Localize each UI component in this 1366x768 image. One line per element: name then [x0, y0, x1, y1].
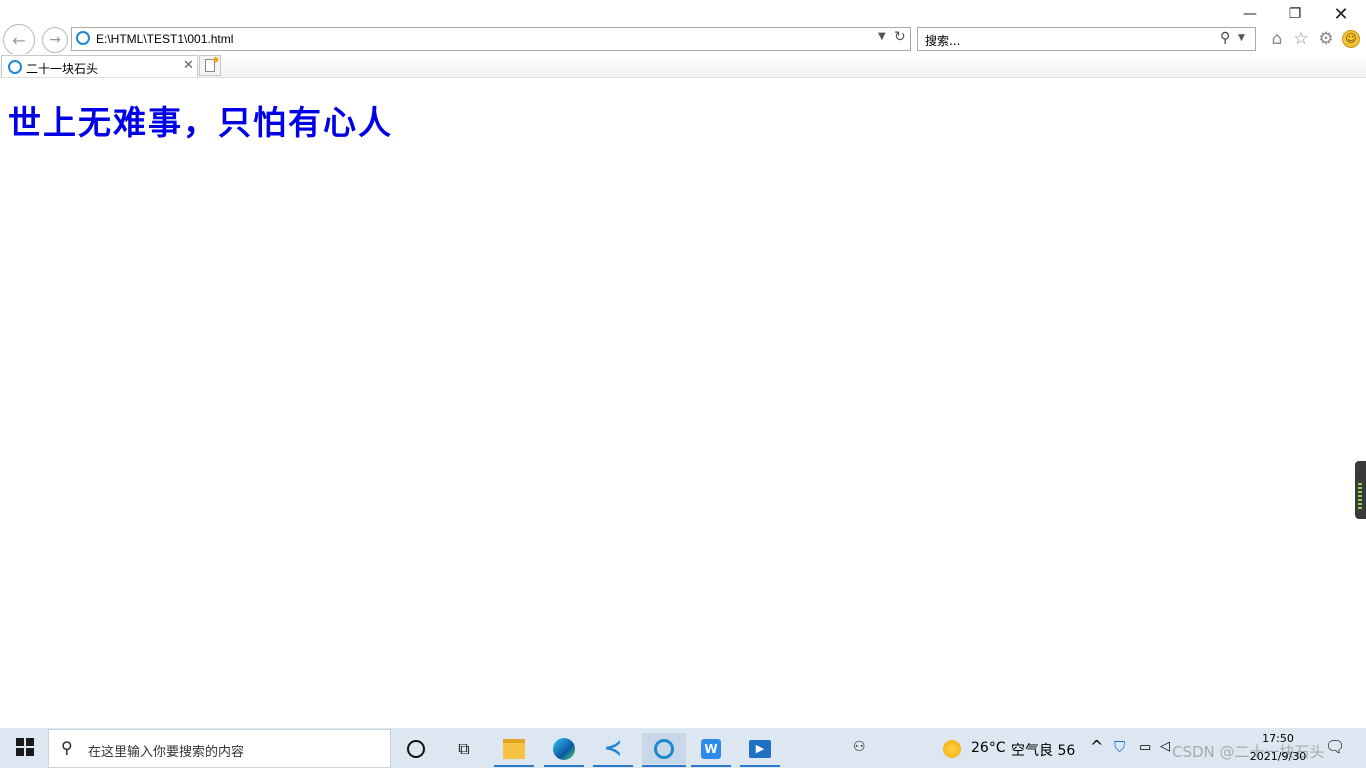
vscode-icon: ≺ — [603, 736, 623, 761]
side-panel-handle[interactable] — [1355, 461, 1366, 519]
forward-button[interactable]: → — [42, 27, 68, 53]
taskbar-search-input[interactable]: ⚲ 在这里输入你要搜索的内容 — [48, 729, 391, 768]
forward-arrow-icon: → — [49, 32, 61, 48]
search-box[interactable]: 搜索... ⚲ ▼ — [917, 27, 1256, 51]
internet-explorer-icon — [654, 738, 674, 759]
tab-title: 二十一块石头 — [26, 62, 99, 76]
cortana-icon — [407, 739, 425, 758]
clock-time[interactable]: 17:50 — [1250, 732, 1306, 745]
address-text: E:\HTML\TEST1\001.html — [96, 32, 234, 46]
tray-chevron-up-icon[interactable]: ^ — [1090, 737, 1103, 756]
weather-sun-icon[interactable] — [943, 740, 961, 758]
restore-icon: ❐ — [1288, 6, 1302, 22]
wps-icon: W — [701, 738, 721, 759]
people-icon[interactable]: ⚇ — [853, 739, 866, 755]
feedback-smiley-icon[interactable]: ☺ — [1340, 28, 1362, 50]
taskbar-app-vscode[interactable]: ≺ — [593, 733, 633, 767]
ie-tab-icon — [8, 60, 22, 74]
close-button[interactable]: ✕ — [1318, 0, 1364, 28]
settings-gear-icon[interactable]: ⚙ — [1315, 28, 1337, 50]
minimize-icon: — — [1243, 6, 1257, 22]
close-icon: ✕ — [1333, 3, 1349, 25]
tab-current[interactable]: 二十一块石头 ✕ — [1, 55, 198, 77]
minimize-button[interactable]: — — [1227, 0, 1273, 28]
task-view-icon: ⧉ — [458, 738, 470, 758]
clock-date[interactable]: 2021/9/30 — [1244, 750, 1312, 763]
windows-start-icon[interactable] — [16, 738, 34, 756]
restore-button[interactable]: ❐ — [1272, 0, 1318, 28]
weather-temperature[interactable]: 26°C — [971, 740, 1006, 756]
refresh-icon[interactable]: ↻ — [894, 29, 906, 45]
media-player-icon: ▶ — [749, 739, 771, 758]
taskbar-app-wps[interactable]: W — [691, 733, 731, 767]
taskbar-app-internet-explorer[interactable] — [642, 733, 686, 767]
address-dropdown-icon[interactable]: ▼ — [878, 31, 886, 42]
cortana-button[interactable] — [396, 733, 436, 764]
taskbar-search-icon: ⚲ — [61, 738, 73, 757]
home-icon[interactable]: ⌂ — [1266, 28, 1288, 50]
search-dropdown-icon[interactable]: ▼ — [1238, 33, 1245, 43]
air-quality[interactable]: 空气良 56 — [1011, 740, 1075, 760]
ie-page-icon — [76, 31, 90, 45]
taskbar-app-edge[interactable] — [544, 733, 584, 767]
favorites-star-icon[interactable]: ☆ — [1290, 28, 1312, 50]
page-heading: 世上无难事，只怕有心人 — [8, 103, 393, 142]
edge-icon — [553, 737, 575, 760]
security-shield-icon[interactable]: ⛉ — [1114, 738, 1125, 756]
search-icon[interactable]: ⚲ — [1220, 30, 1230, 46]
notification-center-icon[interactable]: 🗨 — [1325, 737, 1345, 756]
new-tab-button[interactable]: ✸ — [199, 55, 221, 76]
new-tab-star-icon: ✸ — [212, 56, 220, 66]
back-arrow-icon: ← — [12, 30, 26, 50]
volume-icon[interactable]: ◁ — [1160, 739, 1170, 754]
tab-close-icon[interactable]: ✕ — [183, 58, 194, 73]
file-explorer-icon — [503, 738, 525, 759]
address-bar[interactable]: E:\HTML\TEST1\001.html ▼ ↻ — [71, 27, 911, 51]
task-view-button[interactable]: ⧉ — [444, 733, 484, 764]
battery-icon[interactable]: ▭ — [1139, 740, 1151, 755]
taskbar-app-file-explorer[interactable] — [494, 733, 534, 767]
taskbar-search-placeholder: 在这里输入你要搜索的内容 — [88, 745, 245, 760]
taskbar-app-media[interactable]: ▶ — [740, 733, 780, 767]
search-placeholder: 搜索... — [925, 34, 961, 48]
back-button[interactable]: ← — [3, 24, 35, 56]
